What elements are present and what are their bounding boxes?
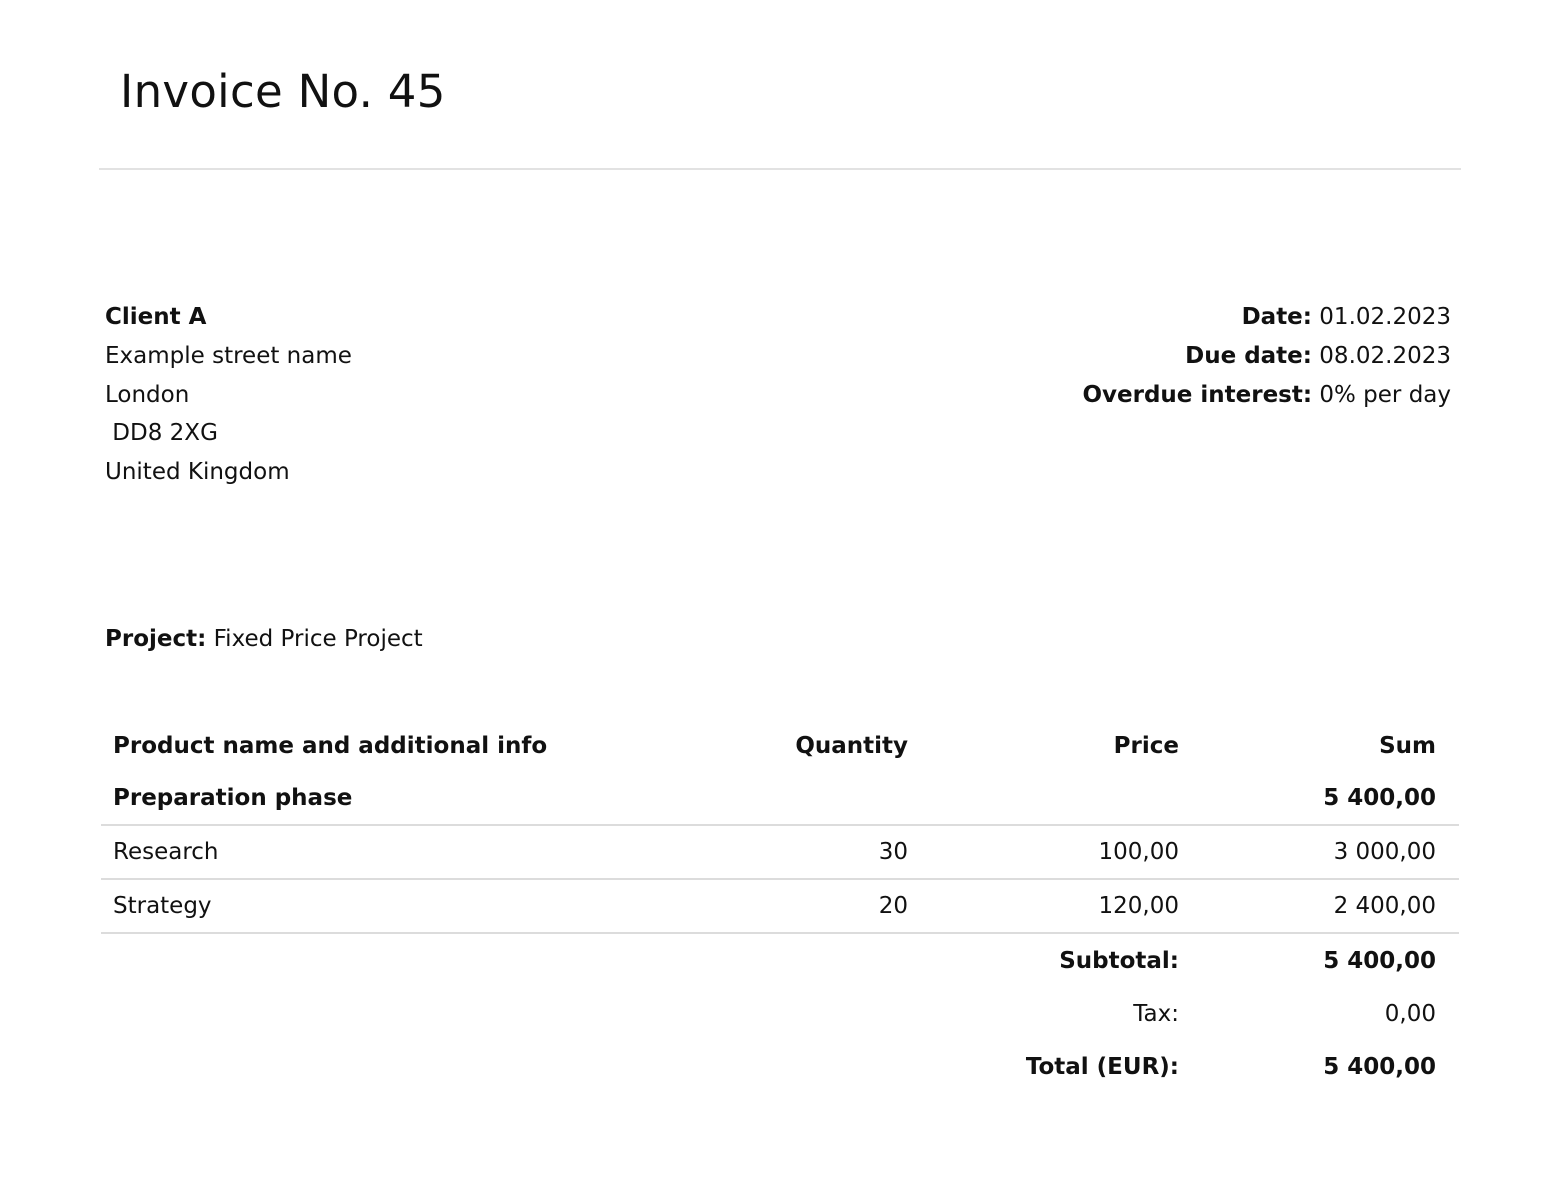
tax-row: Tax: 0,00	[101, 987, 1459, 1040]
project-value: Fixed Price Project	[213, 626, 423, 652]
group-sum: 5 400,00	[1202, 772, 1459, 826]
item-sum: 2 400,00	[1202, 879, 1459, 934]
header-sum: Sum	[1379, 733, 1436, 759]
subtotal-row: Subtotal: 5 400,00	[101, 933, 1459, 987]
item-price: 120,00	[931, 879, 1202, 934]
client-address-block: Client A Example street name London DD8 …	[105, 298, 352, 492]
tax-value: 0,00	[1384, 1000, 1436, 1027]
total-value: 5 400,00	[1323, 1053, 1436, 1080]
client-street: Example street name	[105, 342, 352, 369]
total-row: Total (EUR): 5 400,00	[101, 1040, 1459, 1093]
client-postcode: DD8 2XG	[105, 420, 218, 447]
invoice-due-date-label: Due date:	[1185, 342, 1312, 369]
item-name: Strategy	[101, 879, 696, 934]
group-row: Preparation phase 5 400,00	[101, 772, 1459, 826]
item-sum: 3 000,00	[1202, 825, 1459, 880]
group-price	[931, 772, 1202, 826]
client-city: London	[105, 381, 190, 408]
overdue-interest: Overdue interest: 0% per day	[1082, 376, 1451, 415]
total-label: Total (EUR):	[1025, 1053, 1179, 1080]
header-quantity: Quantity	[795, 733, 908, 759]
header-product-name: Product name and additional info	[113, 733, 548, 759]
client-country: United Kingdom	[105, 459, 290, 486]
invoice-items-table: Product name and additional info Quantit…	[101, 720, 1459, 1093]
table-row: Strategy 20 120,00 2 400,00	[101, 879, 1459, 934]
item-quantity: 20	[696, 879, 931, 934]
invoice-meta-block: Date: 01.02.2023 Due date: 08.02.2023 Ov…	[1082, 298, 1451, 414]
item-price: 100,00	[931, 825, 1202, 880]
header-divider	[99, 168, 1461, 170]
invoice-date: Date: 01.02.2023	[1082, 298, 1451, 337]
item-quantity: 30	[696, 825, 931, 880]
overdue-interest-label: Overdue interest:	[1082, 381, 1313, 408]
overdue-interest-value: 0% per day	[1319, 381, 1451, 408]
invoice-due-date: Due date: 08.02.2023	[1082, 337, 1451, 376]
table-row: Research 30 100,00 3 000,00	[101, 825, 1459, 880]
invoice-date-value: 01.02.2023	[1319, 304, 1451, 330]
item-name: Research	[101, 825, 696, 880]
invoice-due-date-value: 08.02.2023	[1319, 342, 1451, 369]
client-name: Client A	[105, 304, 207, 330]
group-quantity	[696, 772, 931, 826]
header-price: Price	[1113, 733, 1179, 759]
project-line: Project: Fixed Price Project	[105, 620, 423, 658]
invoice-title: Invoice No. 45	[120, 65, 446, 118]
table-header-row: Product name and additional info Quantit…	[101, 720, 1459, 772]
group-name: Preparation phase	[101, 772, 696, 826]
project-label: Project:	[105, 626, 207, 652]
invoice-date-label: Date:	[1241, 304, 1312, 330]
subtotal-value: 5 400,00	[1323, 947, 1436, 974]
tax-label: Tax:	[1133, 1000, 1179, 1027]
subtotal-label: Subtotal:	[1059, 947, 1179, 974]
